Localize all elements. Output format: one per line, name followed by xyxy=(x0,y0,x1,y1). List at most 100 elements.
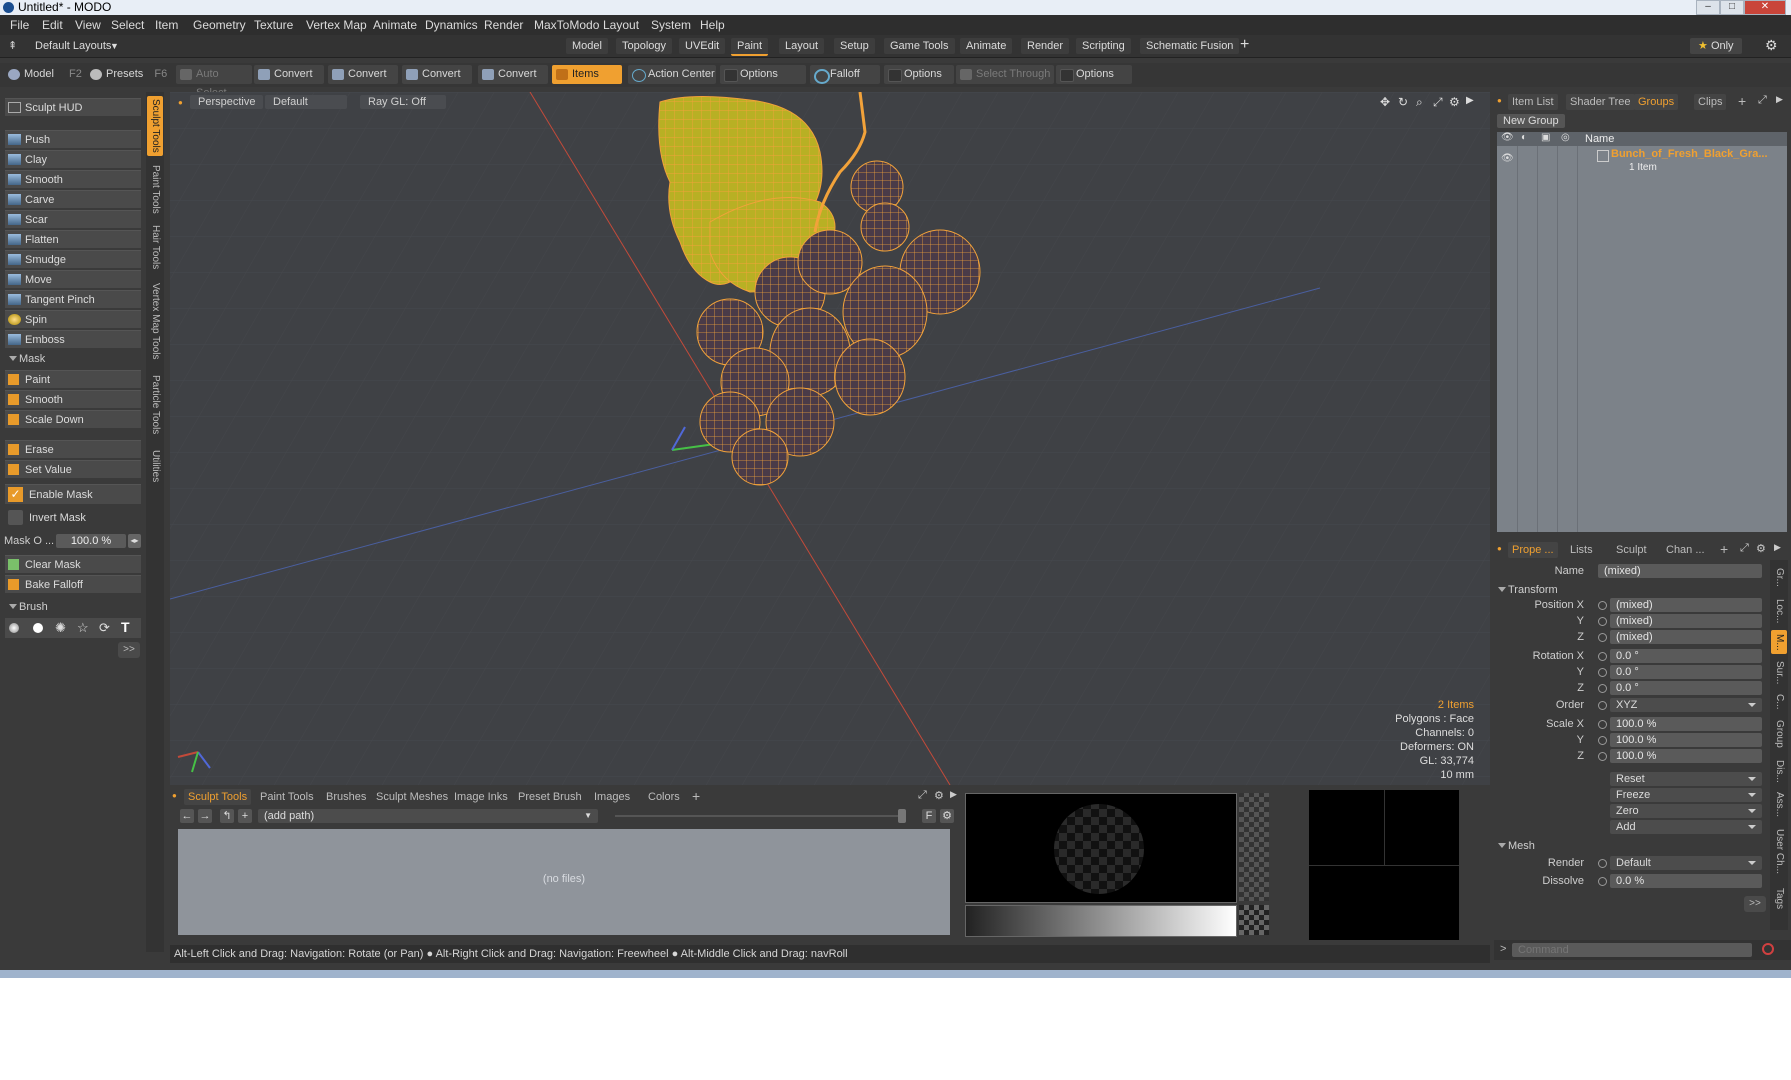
menu-animate[interactable]: Animate xyxy=(373,15,417,35)
expand-icon[interactable]: ⤢ xyxy=(1758,94,1767,107)
viewport-menu-icon[interactable]: ● xyxy=(178,98,183,107)
pan-icon[interactable]: ✥ xyxy=(1380,95,1390,109)
enable-mask-checkbox[interactable]: ✓ Enable Mask xyxy=(5,484,141,504)
tab-shader-tree[interactable]: Shader Tree xyxy=(1566,94,1635,110)
add-tab-icon[interactable]: + xyxy=(692,788,700,804)
tool-push[interactable]: Push xyxy=(5,130,141,148)
side-tab-general[interactable]: Gr... xyxy=(1771,562,1787,592)
position-z-field[interactable]: (mixed) xyxy=(1610,630,1762,644)
tool-smooth[interactable]: Smooth xyxy=(5,170,141,188)
mask-section-header[interactable]: Mask xyxy=(5,351,141,367)
maximize-button[interactable]: □ xyxy=(1720,0,1744,15)
name-field[interactable]: (mixed) xyxy=(1598,564,1762,578)
animate-dot-icon[interactable] xyxy=(1598,684,1607,693)
panel-menu-icon[interactable]: ● xyxy=(1497,544,1502,553)
tab-sculpt[interactable]: Sculpt xyxy=(1612,542,1651,558)
browser-tab-images[interactable]: Images xyxy=(590,789,634,805)
add-tab-icon[interactable]: + xyxy=(1738,93,1746,109)
name-column-header[interactable]: Name xyxy=(1585,132,1614,146)
raygl-toggle[interactable]: Ray GL: Off xyxy=(360,95,446,109)
rotate-icon[interactable]: ↻ xyxy=(1398,95,1408,109)
zoom-icon[interactable]: ⌕ xyxy=(1416,95,1423,110)
animate-dot-icon[interactable] xyxy=(1598,617,1607,626)
vtab-utilities[interactable]: Utilities xyxy=(147,444,163,488)
tab-animate[interactable]: Animate xyxy=(960,38,1013,54)
file-list[interactable]: (no files) xyxy=(178,829,950,935)
position-x-field[interactable]: (mixed) xyxy=(1610,598,1762,612)
tool-clay[interactable]: Clay xyxy=(5,150,141,168)
tab-groups[interactable]: Groups xyxy=(1634,94,1679,110)
tab-game-tools[interactable]: Game Tools xyxy=(884,38,955,54)
side-tab-mesh[interactable]: M... xyxy=(1771,630,1787,654)
side-tab-tags[interactable]: Tags xyxy=(1771,884,1787,914)
panel-expand-icon[interactable]: ▶ xyxy=(1776,94,1783,105)
select-icon[interactable]: ◎ xyxy=(1561,132,1570,143)
tool-spin[interactable]: Spin xyxy=(5,310,141,328)
expand-icon[interactable]: ⤢ xyxy=(1740,542,1749,555)
vtab-hair-tools[interactable]: Hair Tools xyxy=(147,222,163,272)
tool-smudge[interactable]: Smudge xyxy=(5,250,141,268)
hard-brush-icon[interactable] xyxy=(33,623,43,633)
side-tab-display[interactable]: Dis... xyxy=(1771,756,1787,786)
new-group-button[interactable]: New Group xyxy=(1497,114,1565,128)
add-dropdown[interactable]: Add xyxy=(1610,820,1762,834)
gradient-preview[interactable] xyxy=(965,905,1237,937)
side-tab-c[interactable]: C... xyxy=(1771,692,1787,712)
erase-button[interactable]: Erase xyxy=(5,440,141,458)
up-folder-icon[interactable]: ↰ xyxy=(220,809,234,823)
mask-opacity-field[interactable]: 100.0 % xyxy=(56,534,126,548)
tab-item-list[interactable]: Item List xyxy=(1508,94,1558,110)
procedural-brush-icon[interactable]: ⟳ xyxy=(99,620,110,636)
expand-icon[interactable]: ⤢ xyxy=(918,789,927,802)
zero-dropdown[interactable]: Zero xyxy=(1610,804,1762,818)
projection-dropdown[interactable]: Perspective xyxy=(190,95,264,109)
record-icon[interactable] xyxy=(1762,943,1774,955)
panel-menu-icon[interactable]: ● xyxy=(1497,96,1502,105)
vtab-paint-tools[interactable]: Paint Tools xyxy=(147,160,163,218)
render-dropdown[interactable]: Default xyxy=(1610,856,1762,870)
vtab-vertex-map-tools[interactable]: Vertex Map Tools xyxy=(147,276,163,366)
menu-edit[interactable]: Edit xyxy=(42,15,63,35)
animate-dot-icon[interactable] xyxy=(1598,652,1607,661)
menu-dynamics[interactable]: Dynamics xyxy=(425,15,478,35)
tab-uvedit[interactable]: UVEdit xyxy=(679,38,726,54)
convert-polygons-button[interactable]: Convert xyxy=(402,65,472,84)
mesh-section-header[interactable]: Mesh xyxy=(1494,838,1630,854)
convert-materials-button[interactable]: Convert xyxy=(478,65,548,84)
text-brush-icon[interactable]: T xyxy=(121,619,130,635)
gear-icon[interactable]: ⚙ xyxy=(1756,542,1766,555)
visibility-eye-icon[interactable]: 👁 xyxy=(1501,153,1514,164)
rotation-z-field[interactable]: 0.0 ° xyxy=(1610,681,1762,695)
action-center-options-button[interactable]: Options xyxy=(720,65,806,84)
menu-view[interactable]: View xyxy=(75,15,101,35)
tab-render[interactable]: Render xyxy=(1021,38,1070,54)
animate-dot-icon[interactable] xyxy=(1598,668,1607,677)
fit-icon[interactable]: ⤢ xyxy=(1433,95,1443,110)
favorites-button[interactable]: F xyxy=(922,809,936,823)
layout-arrow-icon[interactable]: ⇞ xyxy=(8,39,17,52)
tab-channels[interactable]: Chan ... xyxy=(1662,542,1709,558)
panel-expand-icon[interactable]: ▶ xyxy=(1774,542,1781,553)
brush-opacity-swatch[interactable] xyxy=(1239,793,1269,901)
menu-file[interactable]: File xyxy=(10,15,29,35)
browser-tab-brushes[interactable]: Brushes xyxy=(322,789,370,805)
rotation-x-field[interactable]: 0.0 ° xyxy=(1610,649,1762,663)
animate-dot-icon[interactable] xyxy=(1598,877,1607,886)
color-swatch[interactable] xyxy=(1239,905,1269,935)
tab-layout[interactable]: Layout xyxy=(779,38,825,54)
tab-paint[interactable]: Paint xyxy=(731,38,769,56)
reset-dropdown[interactable]: Reset xyxy=(1610,772,1762,786)
menu-render[interactable]: Render xyxy=(484,15,523,35)
transform-section-header[interactable]: Transform xyxy=(1494,582,1630,598)
vtab-particle-tools[interactable]: Particle Tools xyxy=(147,370,163,440)
browser-settings-icon[interactable]: ⚙ xyxy=(940,809,954,823)
rotation-y-field[interactable]: 0.0 ° xyxy=(1610,665,1762,679)
items-mode-button[interactable]: Items xyxy=(552,65,622,84)
browser-tab-preset-brush[interactable]: Preset Brush xyxy=(514,789,586,805)
tab-lists[interactable]: Lists xyxy=(1566,542,1597,558)
tool-tangent-pinch[interactable]: Tangent Pinch xyxy=(5,290,141,308)
menu-help[interactable]: Help xyxy=(700,15,725,35)
menu-select[interactable]: Select xyxy=(111,15,144,35)
only-toggle[interactable]: ★ Only xyxy=(1690,38,1742,54)
select-through-button[interactable]: Select Through xyxy=(956,65,1054,84)
